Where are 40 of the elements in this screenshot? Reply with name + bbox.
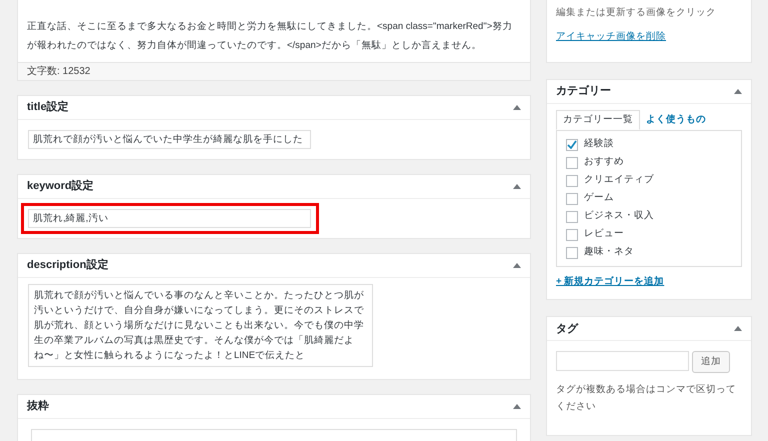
- text-field[interactable]: 肌荒れで顔が汚いと悩んでいた中学生が綺麗な肌を手にした: [28, 130, 311, 149]
- tag-hint-text: タグが複数ある場合はコンマで区切ってください: [556, 383, 737, 414]
- collapse-icon[interactable]: [513, 184, 521, 189]
- tag-input-field[interactable]: [556, 351, 689, 372]
- category-label: 経験談: [584, 137, 614, 152]
- collapse-icon[interactable]: [513, 404, 521, 409]
- category-label: クリエイティブ: [584, 173, 654, 188]
- checkbox[interactable]: [566, 138, 578, 150]
- checkbox[interactable]: [566, 228, 578, 240]
- collapse-icon[interactable]: [734, 89, 742, 94]
- panel-title: タグ: [556, 322, 578, 336]
- checkbox[interactable]: [566, 174, 578, 186]
- text-field[interactable]: 肌荒れ,綺麗,汚い: [28, 209, 311, 228]
- editor-text[interactable]: 正直な話、そこに至るまで多大なるお金と時間と労力を無駄にしてきました。<span class="markerRed">努力が報われたのではなく、努力自体が間違っていたのです。</span>だから「無駄」としか言えません。: [27, 17, 521, 55]
- word-count: 文字数: 12532: [27, 64, 90, 79]
- panel-title: title設定: [27, 100, 69, 116]
- panel-title: keyword設定: [27, 178, 94, 194]
- category-tab[interactable]: よく使うもの: [640, 110, 712, 130]
- category-label: レビュー: [584, 227, 624, 242]
- collapse-icon[interactable]: [734, 326, 742, 332]
- category-label: おすすめ: [584, 155, 624, 170]
- checkbox[interactable]: [566, 246, 578, 258]
- panel-title: description設定: [27, 258, 108, 274]
- hint-text: 編集または更新する画像をクリック: [556, 6, 717, 20]
- checkbox[interactable]: [566, 210, 578, 222]
- collapse-icon[interactable]: [513, 263, 521, 268]
- textarea-field[interactable]: 肌荒れで顔が汚いと悩んでいる事のなんと辛いことか。たったひとつ肌が 汚いというだけで、自分自身が嫌いになってしまう。更にそのストレスで 肌が荒れ、顔という場所なだけに見ないことも出来ない。今でも僕の中学 生の卒業アルバムの写真は黒歴史です。そんな僕が今では「肌綺麗だよ ね〜」と女性に触られるようになったよ！とLINEで伝えたと: [28, 284, 373, 367]
- checkbox[interactable]: [566, 192, 578, 204]
- remove-image-link[interactable]: アイキャッチ画像を削除: [556, 30, 742, 44]
- category-label: ゲーム: [584, 191, 614, 206]
- checkbox[interactable]: [566, 156, 578, 168]
- category-label: 趣味・ネタ: [584, 245, 634, 260]
- category-tab[interactable]: カテゴリー一覧: [556, 110, 640, 130]
- collapse-icon[interactable]: [513, 105, 521, 110]
- add-tag-button[interactable]: 追加: [692, 351, 730, 374]
- category-label: ビジネス・収入: [584, 209, 654, 224]
- panel-title: カテゴリー: [556, 84, 611, 100]
- checkmark-icon: [567, 140, 577, 149]
- panel-title: 抜粋: [27, 398, 49, 414]
- add-category-link[interactable]: + 新規カテゴリーを追加: [556, 275, 742, 290]
